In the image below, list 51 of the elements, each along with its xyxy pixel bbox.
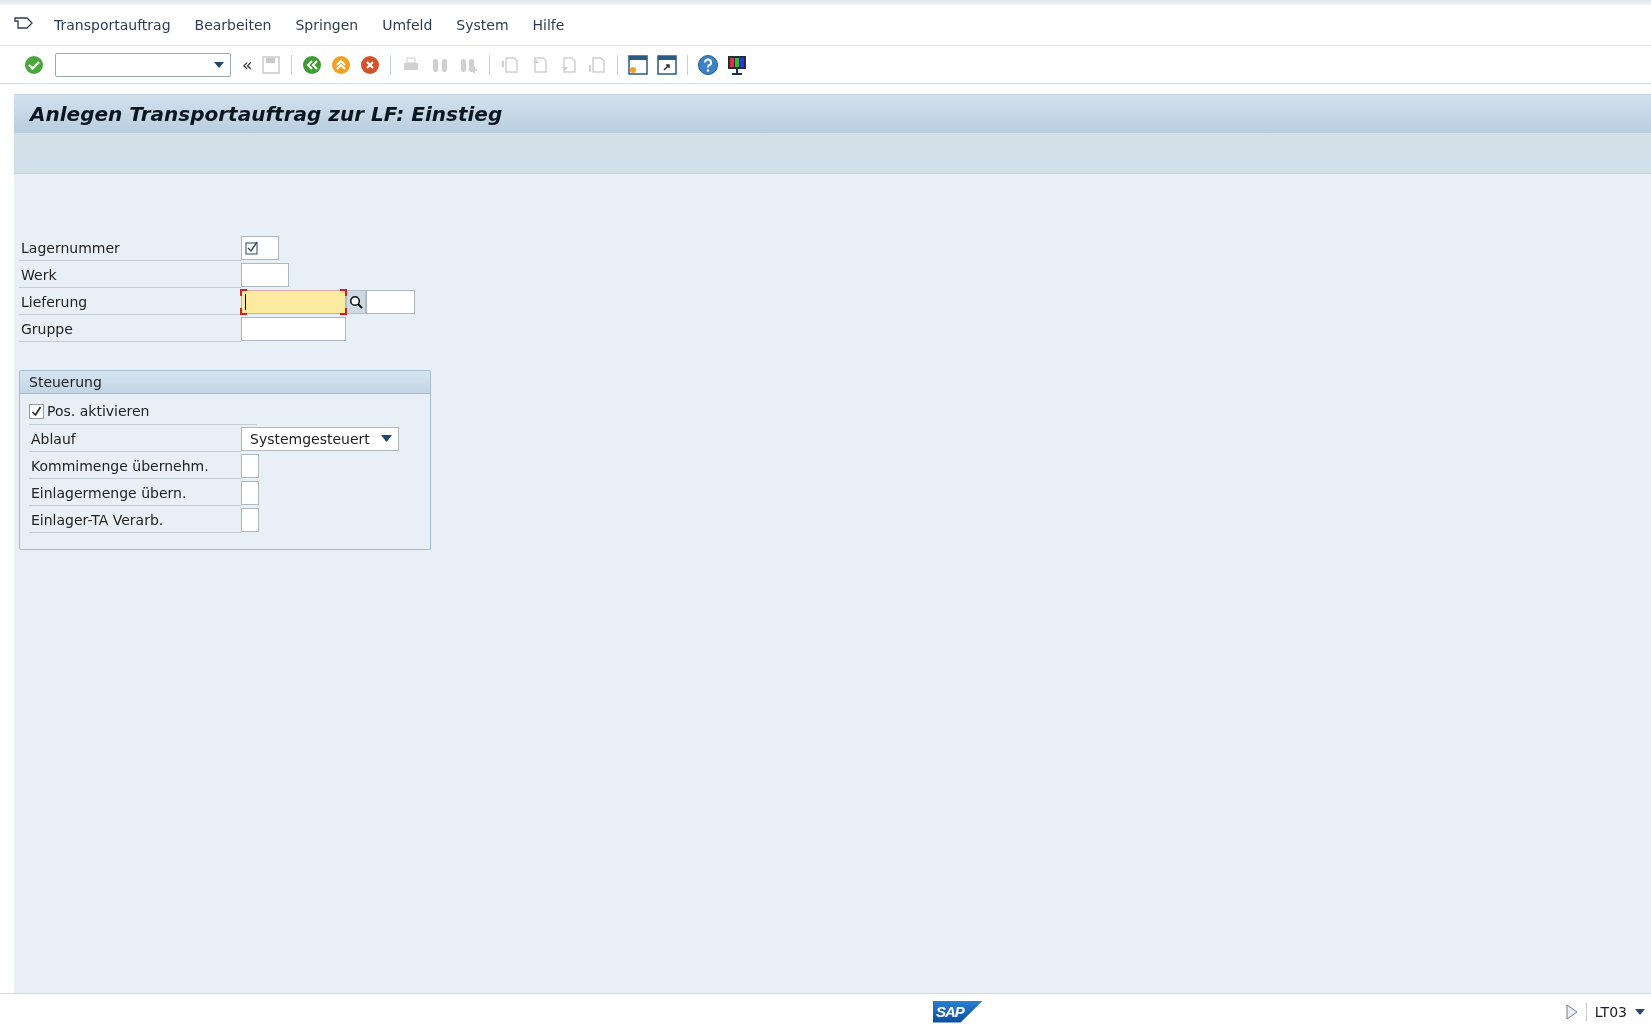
input-field[interactable] — [241, 316, 346, 341]
menu-item[interactable]: Bearbeiten — [182, 17, 284, 33]
transaction-code[interactable]: LT03 — [1594, 1003, 1627, 1020]
help-button[interactable] — [696, 52, 721, 77]
checkbox-label: Pos. aktivieren — [47, 403, 150, 419]
play-icon[interactable] — [1565, 1003, 1578, 1020]
command-field[interactable] — [55, 52, 231, 77]
menu-item[interactable]: System — [444, 17, 521, 33]
field-label: Werk — [19, 261, 241, 288]
help-icon — [697, 53, 720, 76]
group-title: Steuerung — [20, 371, 430, 394]
input-field[interactable] — [241, 289, 346, 314]
field-label: Gruppe — [19, 315, 241, 342]
input-field[interactable] — [241, 453, 259, 478]
input-field[interactable] — [241, 507, 259, 532]
field-label: Lagernummer — [19, 234, 241, 261]
required-entry-icon — [245, 240, 259, 255]
field-label: Einlagermenge übern. — [29, 479, 241, 506]
menu-item[interactable]: Transportauftrag — [42, 17, 183, 33]
logo: SAP — [933, 1000, 983, 1023]
new-window-icon — [627, 53, 650, 76]
new-window-button[interactable] — [626, 52, 651, 77]
monitor-icon — [726, 53, 749, 76]
shortcut-button[interactable] — [655, 52, 680, 77]
search-help-button[interactable] — [346, 289, 366, 314]
input-field[interactable] — [241, 480, 259, 505]
back-icon — [302, 54, 323, 75]
menu-item[interactable]: Springen — [283, 17, 371, 33]
field-label: Ablauf — [29, 425, 241, 452]
dropdown-caret-icon — [214, 61, 224, 68]
input-field[interactable] — [241, 262, 289, 287]
input-field[interactable] — [241, 235, 279, 260]
save-icon — [261, 54, 282, 75]
shortcut-icon — [656, 53, 679, 76]
checkbox[interactable] — [29, 403, 44, 419]
cancel-icon — [360, 54, 381, 75]
field-label: Kommimenge übernehm. — [29, 452, 241, 479]
dropdown-caret-icon — [381, 435, 392, 442]
screen-title: Anlegen Transportauftrag zur LF: Einstieg — [30, 102, 503, 126]
field-label: Lieferung — [19, 288, 241, 315]
collapse-toolbar-button[interactable]: « — [240, 54, 255, 75]
check-icon — [24, 54, 44, 75]
last-page-icon — [587, 54, 608, 75]
menu-item[interactable]: Umfeld — [370, 17, 445, 33]
menu-item[interactable]: Hilfe — [520, 17, 577, 33]
field-label: Einlager-TA Verarb. — [29, 506, 241, 533]
dropdown-caret-icon[interactable] — [1635, 1008, 1645, 1015]
input-field[interactable] — [366, 289, 415, 314]
up-arrows-icon — [331, 54, 352, 75]
dropdown-field[interactable]: Systemgesteuert — [241, 426, 399, 451]
first-page-icon — [500, 54, 521, 75]
